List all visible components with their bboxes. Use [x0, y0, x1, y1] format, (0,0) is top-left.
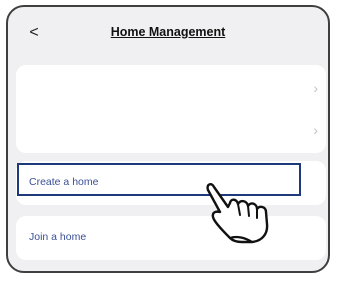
page-title: Home Management: [110, 25, 226, 39]
create-home-row[interactable]: Create a home: [16, 161, 326, 205]
create-home-label: Create a home: [29, 176, 99, 188]
join-home-row[interactable]: Join a home: [16, 216, 326, 260]
join-home-label: Join a home: [29, 231, 87, 243]
existing-homes-card: › ›: [16, 65, 326, 153]
phone-frame: < Home Management › › Create a home Join…: [6, 5, 330, 273]
header: < Home Management: [8, 7, 328, 59]
chevron-right-icon[interactable]: ›: [313, 81, 318, 95]
chevron-right-icon[interactable]: ›: [313, 123, 318, 137]
pointing-hand-icon: [206, 182, 269, 244]
